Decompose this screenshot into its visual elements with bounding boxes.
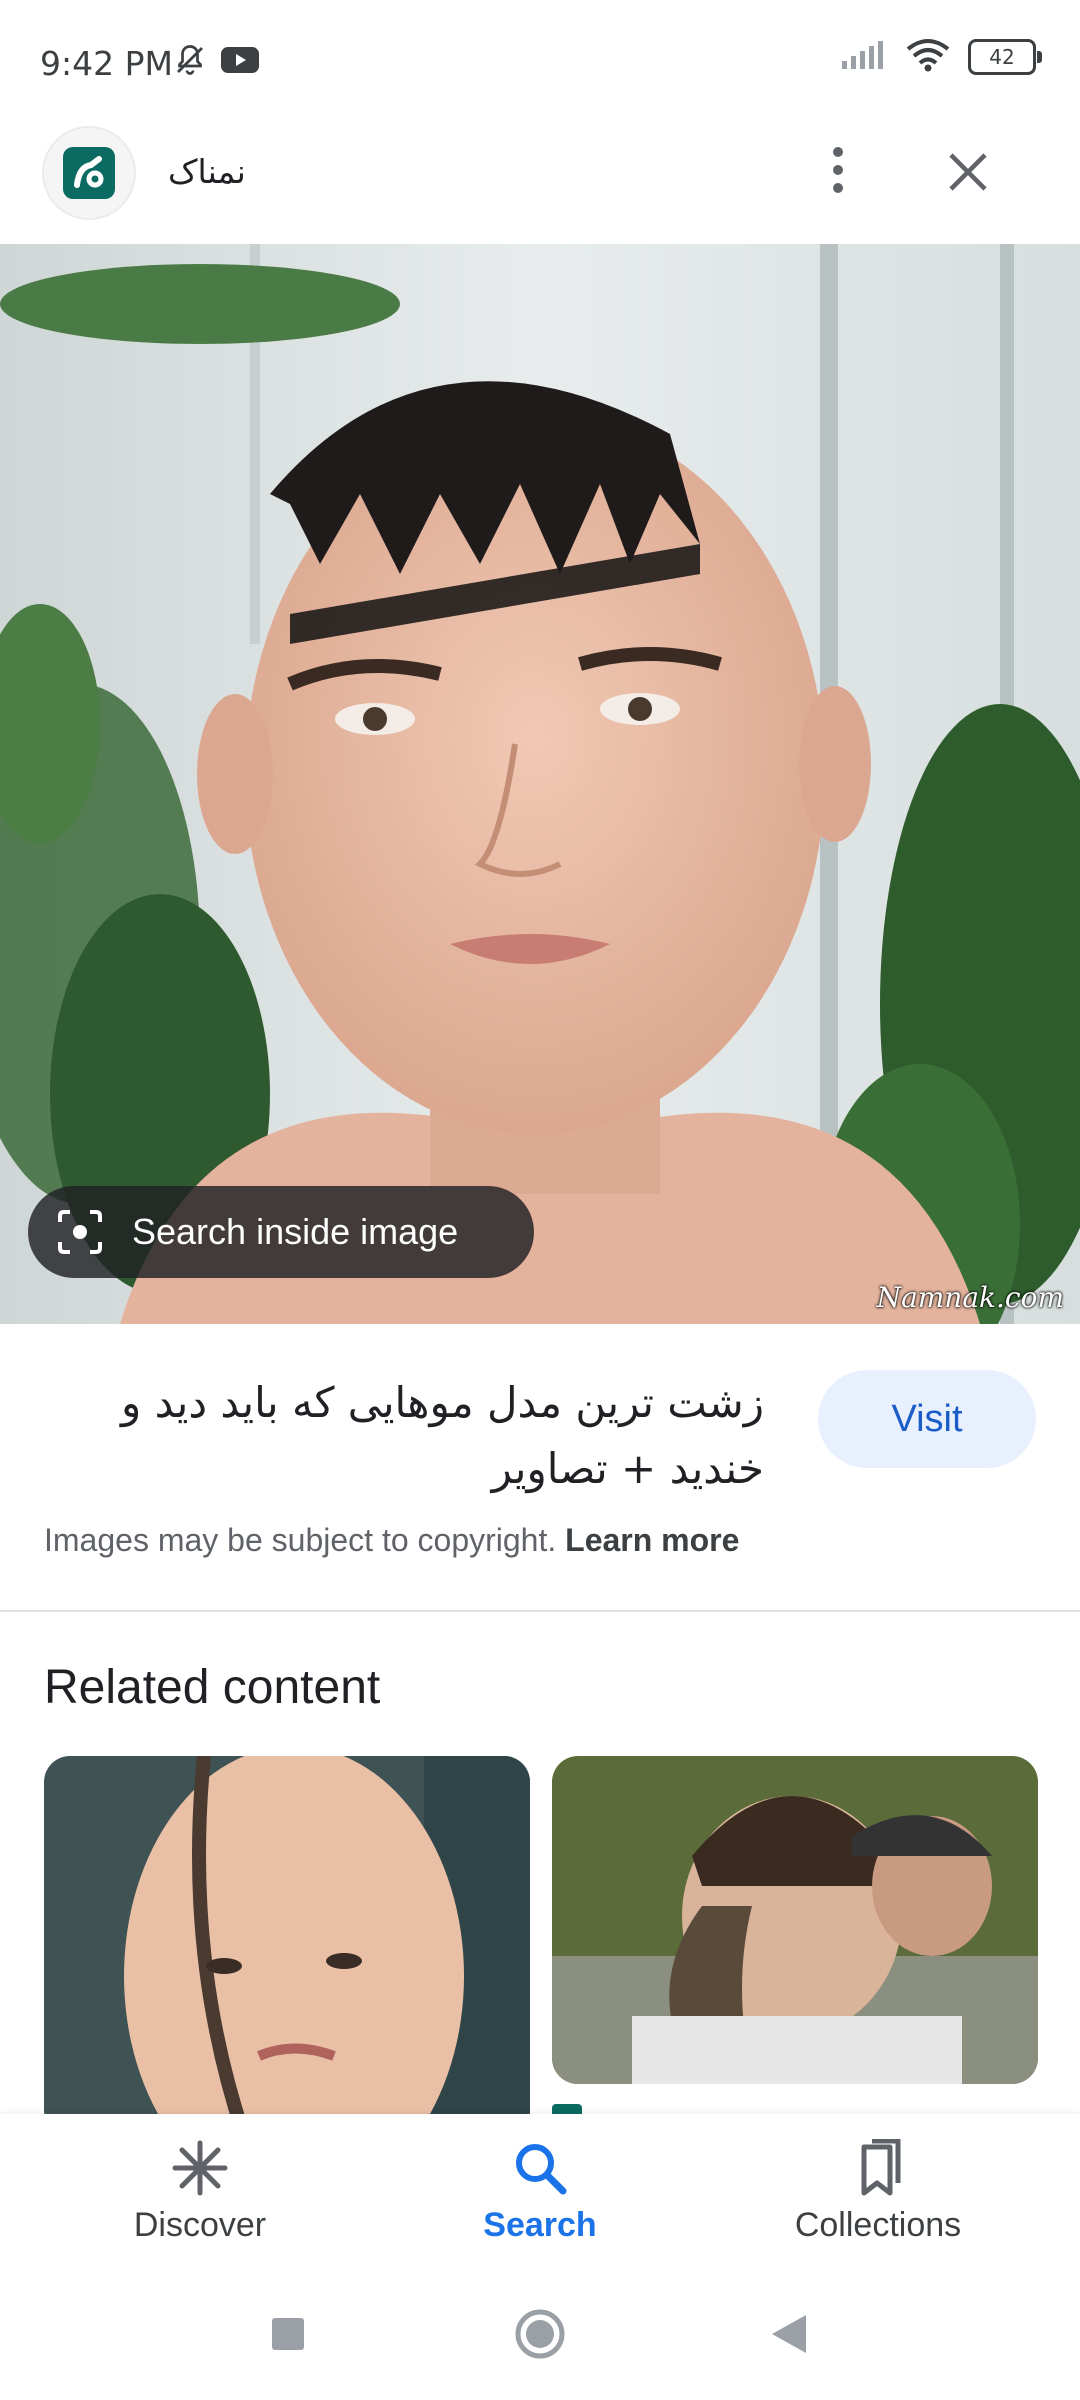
nav-discover[interactable]: Discover (80, 2138, 320, 2245)
result-image[interactable]: Namnak.com (0, 244, 1080, 1324)
bookmarks-icon (848, 2138, 908, 2198)
nav-discover-label: Discover (133, 2206, 267, 2244)
status-bar: 9:42 PM 42 (0, 0, 1080, 128)
asterisk-icon (170, 2138, 230, 2198)
related-image-2 (552, 1756, 1038, 2084)
close-icon (947, 151, 989, 197)
signal-icon (840, 39, 888, 75)
visit-button[interactable]: Visit (818, 1370, 1036, 1468)
more-options-button[interactable] (810, 144, 866, 200)
system-navigation-bar (0, 2264, 1080, 2400)
battery-level: 42 (989, 45, 1015, 69)
square-icon (270, 2316, 306, 2356)
search-icon (510, 2138, 570, 2198)
divider (0, 1610, 1080, 1612)
status-system-icons: 42 (840, 38, 1042, 76)
app-header: نمناک (0, 128, 1080, 244)
recents-button[interactable] (260, 2308, 316, 2364)
battery-icon: 42 (968, 39, 1042, 75)
learn-more-link[interactable]: Learn more (565, 1522, 739, 1558)
search-inside-image-label: Search inside image (132, 1211, 459, 1252)
result-image-illustration (0, 244, 1080, 1324)
youtube-icon (220, 45, 260, 79)
nav-search-label: Search (483, 2206, 597, 2244)
bottom-navigation: Discover Search Collections (0, 2114, 1080, 2264)
site-logo[interactable] (44, 128, 134, 218)
search-inside-image-button[interactable]: Search inside image (28, 1186, 534, 1278)
status-notification-icons (172, 42, 260, 82)
copyright-notice: Images may be subject to copyright. Lear… (44, 1522, 739, 1559)
home-button[interactable] (512, 2308, 568, 2364)
more-vert-icon (828, 144, 848, 200)
circle-icon (514, 2308, 566, 2364)
related-image-card[interactable] (552, 1756, 1038, 2084)
nav-search[interactable]: Search (420, 2138, 660, 2245)
image-watermark: Namnak.com (876, 1281, 1064, 1314)
related-image-card[interactable] (44, 1756, 530, 2136)
result-title[interactable]: زشت ترین مدل موهایی که باید دید و خندید … (44, 1370, 764, 1502)
site-name[interactable]: نمناک (168, 152, 246, 191)
related-content-heading: Related content (44, 1661, 381, 1714)
back-triangle-icon (768, 2313, 808, 2359)
nav-collections[interactable]: Collections (758, 2138, 998, 2245)
wifi-icon (906, 38, 950, 76)
related-image-1 (44, 1756, 530, 2136)
close-button[interactable] (938, 144, 998, 204)
nav-collections-label: Collections (794, 2206, 962, 2244)
lens-icon (54, 1206, 106, 1258)
back-button[interactable] (760, 2308, 816, 2364)
copyright-text: Images may be subject to copyright. (44, 1522, 557, 1558)
mute-icon (172, 42, 208, 82)
status-time: 9:42 PM (40, 44, 173, 83)
